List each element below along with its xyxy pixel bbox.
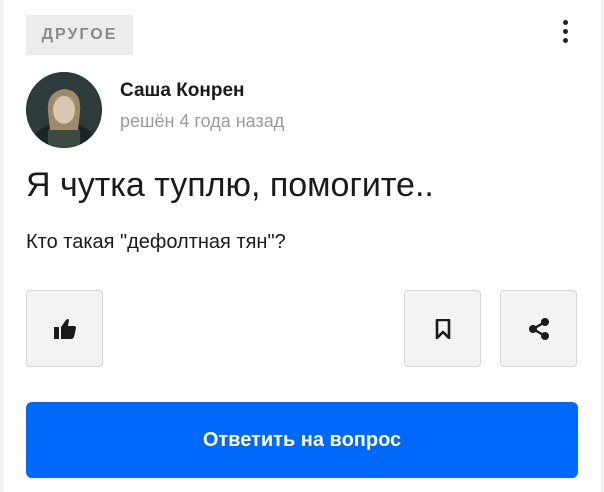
category-badge[interactable]: ДРУГОЕ — [26, 15, 133, 55]
avatar[interactable] — [26, 72, 102, 148]
share-button[interactable] — [500, 290, 577, 367]
more-vertical-icon[interactable] — [553, 16, 577, 46]
thumbs-up-icon — [53, 318, 76, 339]
question-body: Кто такая "дефолтная тян"? — [26, 231, 286, 253]
bookmark-icon — [435, 318, 450, 339]
share-icon — [528, 317, 549, 340]
question-title: Я чутка туплю, помогите.. — [26, 166, 434, 204]
bookmark-button[interactable] — [404, 290, 481, 367]
question-card: ДРУГОЕ Саша Конрен решён 4 года назад Я … — [3, 0, 601, 492]
author-name[interactable]: Саша Конрен — [120, 80, 245, 102]
like-button[interactable] — [26, 290, 103, 367]
question-status: решён 4 года назад — [120, 111, 285, 131]
answer-button[interactable]: Ответить на вопрос — [26, 402, 578, 478]
